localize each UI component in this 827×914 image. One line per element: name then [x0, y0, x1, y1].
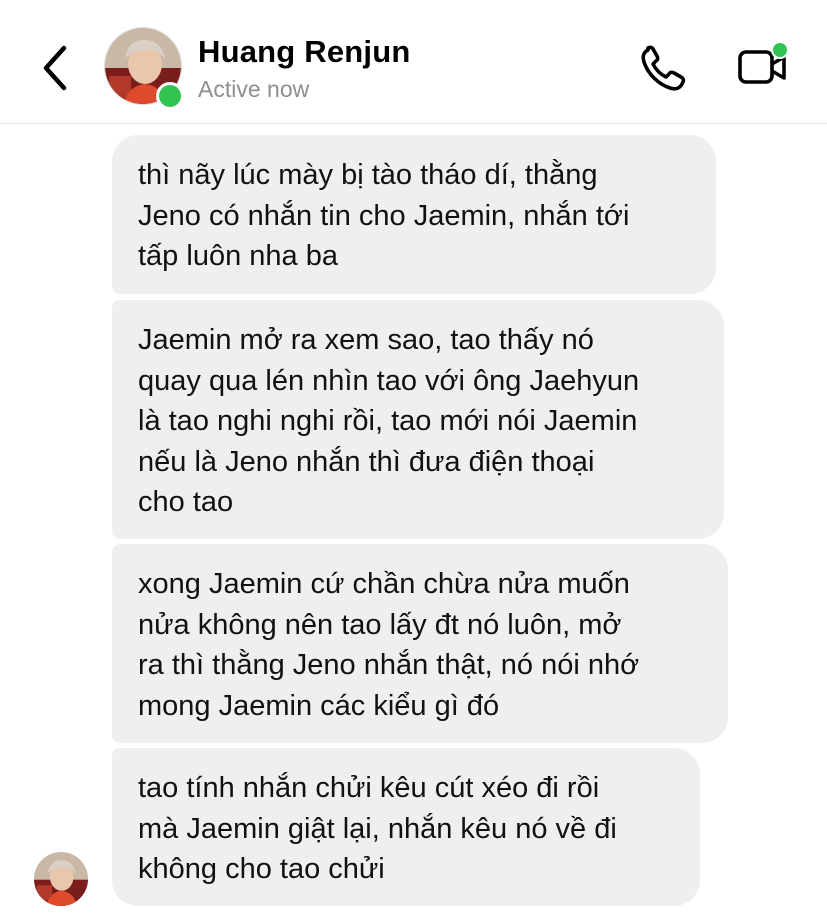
video-call-button[interactable] — [734, 40, 794, 92]
contact-name[interactable]: Huang Renjun — [198, 34, 411, 70]
online-status-dot — [156, 82, 184, 110]
message-bubble[interactable]: thì nãy lúc mày bị tào tháo dí, thằng Je… — [112, 135, 716, 294]
contact-avatar[interactable] — [104, 27, 184, 110]
video-camera-icon — [738, 41, 789, 84]
message-bubble[interactable]: xong Jaemin cứ chần chừa nửa muốn nửa kh… — [112, 544, 728, 743]
phone-icon — [641, 45, 686, 91]
message-bubble[interactable]: Jaemin mở ra xem sao, tao thấy nó quay q… — [112, 300, 724, 539]
chevron-left-icon — [43, 45, 67, 91]
active-status: Active now — [198, 76, 310, 102]
voice-call-button[interactable] — [636, 42, 692, 94]
message-bubble[interactable]: tao tính nhắn chửi kêu cút xéo đi rồi mà… — [112, 748, 700, 906]
sender-avatar[interactable] — [34, 852, 88, 906]
back-button[interactable] — [30, 40, 80, 96]
chat-header: Huang Renjun Active now — [0, 0, 827, 124]
